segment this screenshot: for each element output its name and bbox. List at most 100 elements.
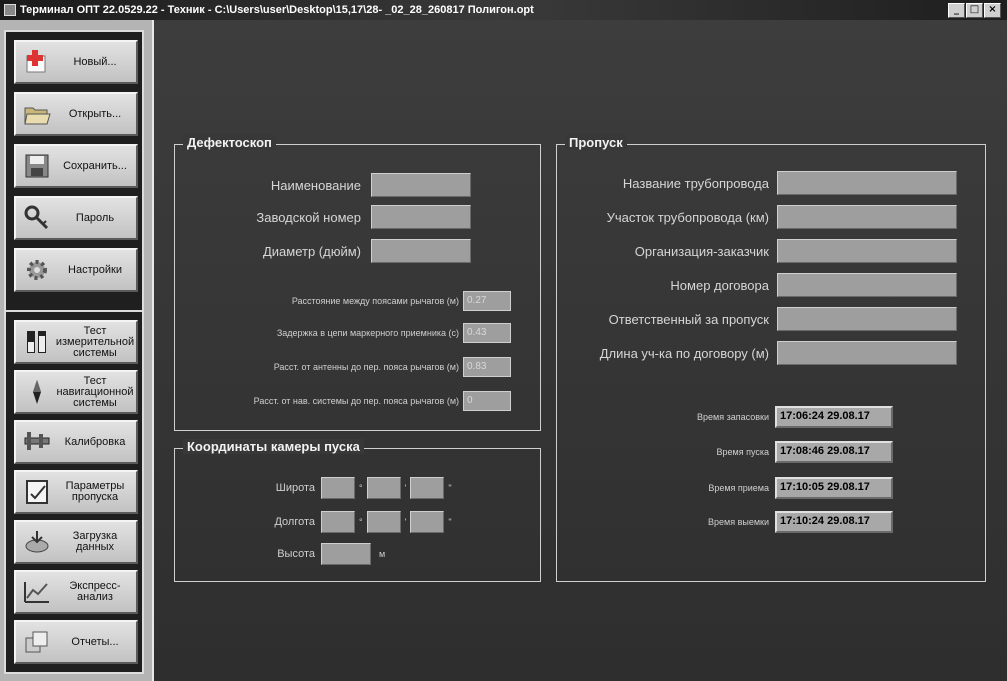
- measure-test-icon: [20, 325, 54, 359]
- settings-button[interactable]: Настройки: [14, 248, 138, 292]
- contract-number-field[interactable]: [777, 273, 957, 297]
- minimize-button[interactable]: _: [948, 2, 965, 18]
- time-loading-field[interactable]: 17:06:24 29.08.17: [775, 406, 893, 428]
- latitude-deg-unit: °: [359, 483, 363, 493]
- latitude-min-unit: ': [404, 483, 407, 493]
- open-folder-icon: [20, 97, 54, 131]
- calibration-button[interactable]: Калибровка: [14, 420, 138, 464]
- pass-title: Пропуск: [565, 135, 627, 150]
- latitude-min-field[interactable]: [366, 477, 401, 499]
- keys-icon: [20, 201, 54, 235]
- param-label-antenna: Расст. от антенны до пер. пояса рычагов …: [273, 362, 459, 372]
- time-extract-label: Время выемки: [708, 517, 769, 527]
- compass-icon: [20, 375, 54, 409]
- diameter-label: Диаметр (дюйм): [262, 243, 361, 259]
- diameter-field[interactable]: [371, 239, 471, 263]
- param-label-delay: Задержка в цепи маркерного приемника (с): [276, 328, 459, 338]
- calibration-label: Калибровка: [64, 435, 126, 448]
- load-data-label: Загрузка данных: [72, 530, 118, 553]
- customer-org-field[interactable]: [777, 239, 957, 263]
- time-extract-field[interactable]: 17:10:24 29.08.17: [775, 511, 893, 533]
- param-field-antenna[interactable]: 0.83: [463, 357, 511, 377]
- time-launch-label: Время пуска: [716, 447, 770, 457]
- time-launch-field[interactable]: 17:08:46 29.08.17: [775, 441, 893, 463]
- customer-org-label: Организация-заказчик: [634, 243, 769, 259]
- longitude-min-field[interactable]: [366, 511, 401, 533]
- defectoscope-panel: Дефектоскоп Наименование Заводской номер…: [174, 135, 541, 431]
- pass-params-label: Параметры пропуска: [65, 480, 125, 503]
- nav-test-button[interactable]: Тест навигационной системы: [14, 370, 138, 414]
- param-label-nav: Расст. от нав. системы до пер. пояса рыч…: [253, 396, 459, 406]
- settings-button-label: Настройки: [68, 263, 122, 276]
- launch-coords-title: Координаты камеры пуска: [183, 439, 364, 454]
- longitude-label: Долгота: [274, 516, 315, 528]
- sidebar: Новый... Открыть... Сохранить... Пароль …: [0, 20, 152, 681]
- nav-test-label: Тест навигационной системы: [56, 374, 134, 409]
- maximize-button[interactable]: □: [966, 2, 983, 18]
- time-receive-field[interactable]: 17:10:05 29.08.17: [775, 477, 893, 499]
- longitude-sec-unit: ": [448, 517, 452, 527]
- express-analysis-button[interactable]: Экспресс- анализ: [14, 570, 138, 614]
- title-bar: Терминал ОПТ 22.0529.22 - Техник - C:\Us…: [0, 0, 1007, 20]
- responsible-label: Ответственный за пропуск: [608, 311, 769, 327]
- param-field-delay[interactable]: 0.43: [463, 323, 511, 343]
- reports-button[interactable]: Отчеты...: [14, 620, 138, 664]
- responsible-field[interactable]: [777, 307, 957, 331]
- pipeline-name-label: Название трубопровода: [622, 175, 769, 191]
- save-icon: [20, 149, 54, 183]
- latitude-deg-field[interactable]: [321, 477, 355, 499]
- latitude-sec-field[interactable]: [410, 477, 445, 499]
- load-data-button[interactable]: Загрузка данных: [14, 520, 138, 564]
- password-button-label: Пароль: [75, 211, 115, 224]
- longitude-deg-unit: °: [359, 517, 363, 527]
- altitude-field[interactable]: [321, 543, 371, 565]
- altitude-label: Высота: [277, 548, 315, 560]
- param-label-levers: Расстояние между поясами рычагов (м): [291, 296, 459, 306]
- defectoscope-title: Дефектоскоп: [183, 135, 276, 150]
- save-button-label: Сохранить...: [63, 159, 127, 172]
- measure-test-button[interactable]: Тест измерительной системы: [14, 320, 138, 364]
- password-button[interactable]: Пароль: [14, 196, 138, 240]
- pipeline-section-label: Участок трубопровода (км): [606, 209, 769, 225]
- longitude-min-unit: ': [404, 517, 407, 527]
- latitude-sec-unit: ": [448, 483, 452, 493]
- longitude-sec-field[interactable]: [410, 511, 445, 533]
- load-data-icon: [20, 525, 54, 559]
- contract-number-label: Номер договора: [670, 277, 769, 293]
- pipeline-name-field[interactable]: [777, 171, 957, 195]
- caliper-icon: [20, 425, 54, 459]
- gear-icon: [20, 253, 54, 287]
- close-button[interactable]: ×: [984, 2, 1001, 18]
- name-label: Наименование: [270, 177, 361, 193]
- altitude-unit: м: [379, 549, 386, 559]
- main-area: Дефектоскоп Наименование Заводской номер…: [152, 20, 1007, 681]
- longitude-deg-field[interactable]: [321, 511, 355, 533]
- time-loading-label: Время запасовки: [697, 412, 769, 422]
- reports-label: Отчеты...: [71, 635, 119, 648]
- window-title: Терминал ОПТ 22.0529.22 - Техник - C:\Us…: [20, 4, 534, 16]
- serial-label: Заводской номер: [256, 209, 361, 225]
- time-receive-label: Время приема: [708, 483, 769, 493]
- new-plus-icon: [20, 45, 54, 79]
- latitude-label: Широта: [275, 482, 315, 494]
- param-field-nav[interactable]: 0: [463, 391, 511, 411]
- params-icon: [20, 475, 54, 509]
- launch-coords-panel: Координаты камеры пуска Широта ° ' " Дол…: [174, 439, 541, 582]
- pipeline-section-field[interactable]: [777, 205, 957, 229]
- reports-icon: [20, 625, 54, 659]
- app-icon: [4, 4, 16, 16]
- name-field[interactable]: [371, 173, 471, 197]
- measure-test-label: Тест измерительной системы: [55, 324, 135, 359]
- serial-field[interactable]: [371, 205, 471, 229]
- chart-icon: [20, 575, 54, 609]
- pass-params-button[interactable]: Параметры пропуска: [14, 470, 138, 514]
- tool-button-group: Тест измерительной системы Тест навигаци…: [4, 310, 144, 674]
- save-button[interactable]: Сохранить...: [14, 144, 138, 188]
- open-button-label: Открыть...: [68, 107, 122, 120]
- contract-length-field[interactable]: [777, 341, 957, 365]
- file-button-group: Новый... Открыть... Сохранить... Пароль …: [4, 30, 144, 316]
- open-button[interactable]: Открыть...: [14, 92, 138, 136]
- param-field-levers[interactable]: 0.27: [463, 291, 511, 311]
- new-button-label: Новый...: [73, 55, 117, 68]
- new-button[interactable]: Новый...: [14, 40, 138, 84]
